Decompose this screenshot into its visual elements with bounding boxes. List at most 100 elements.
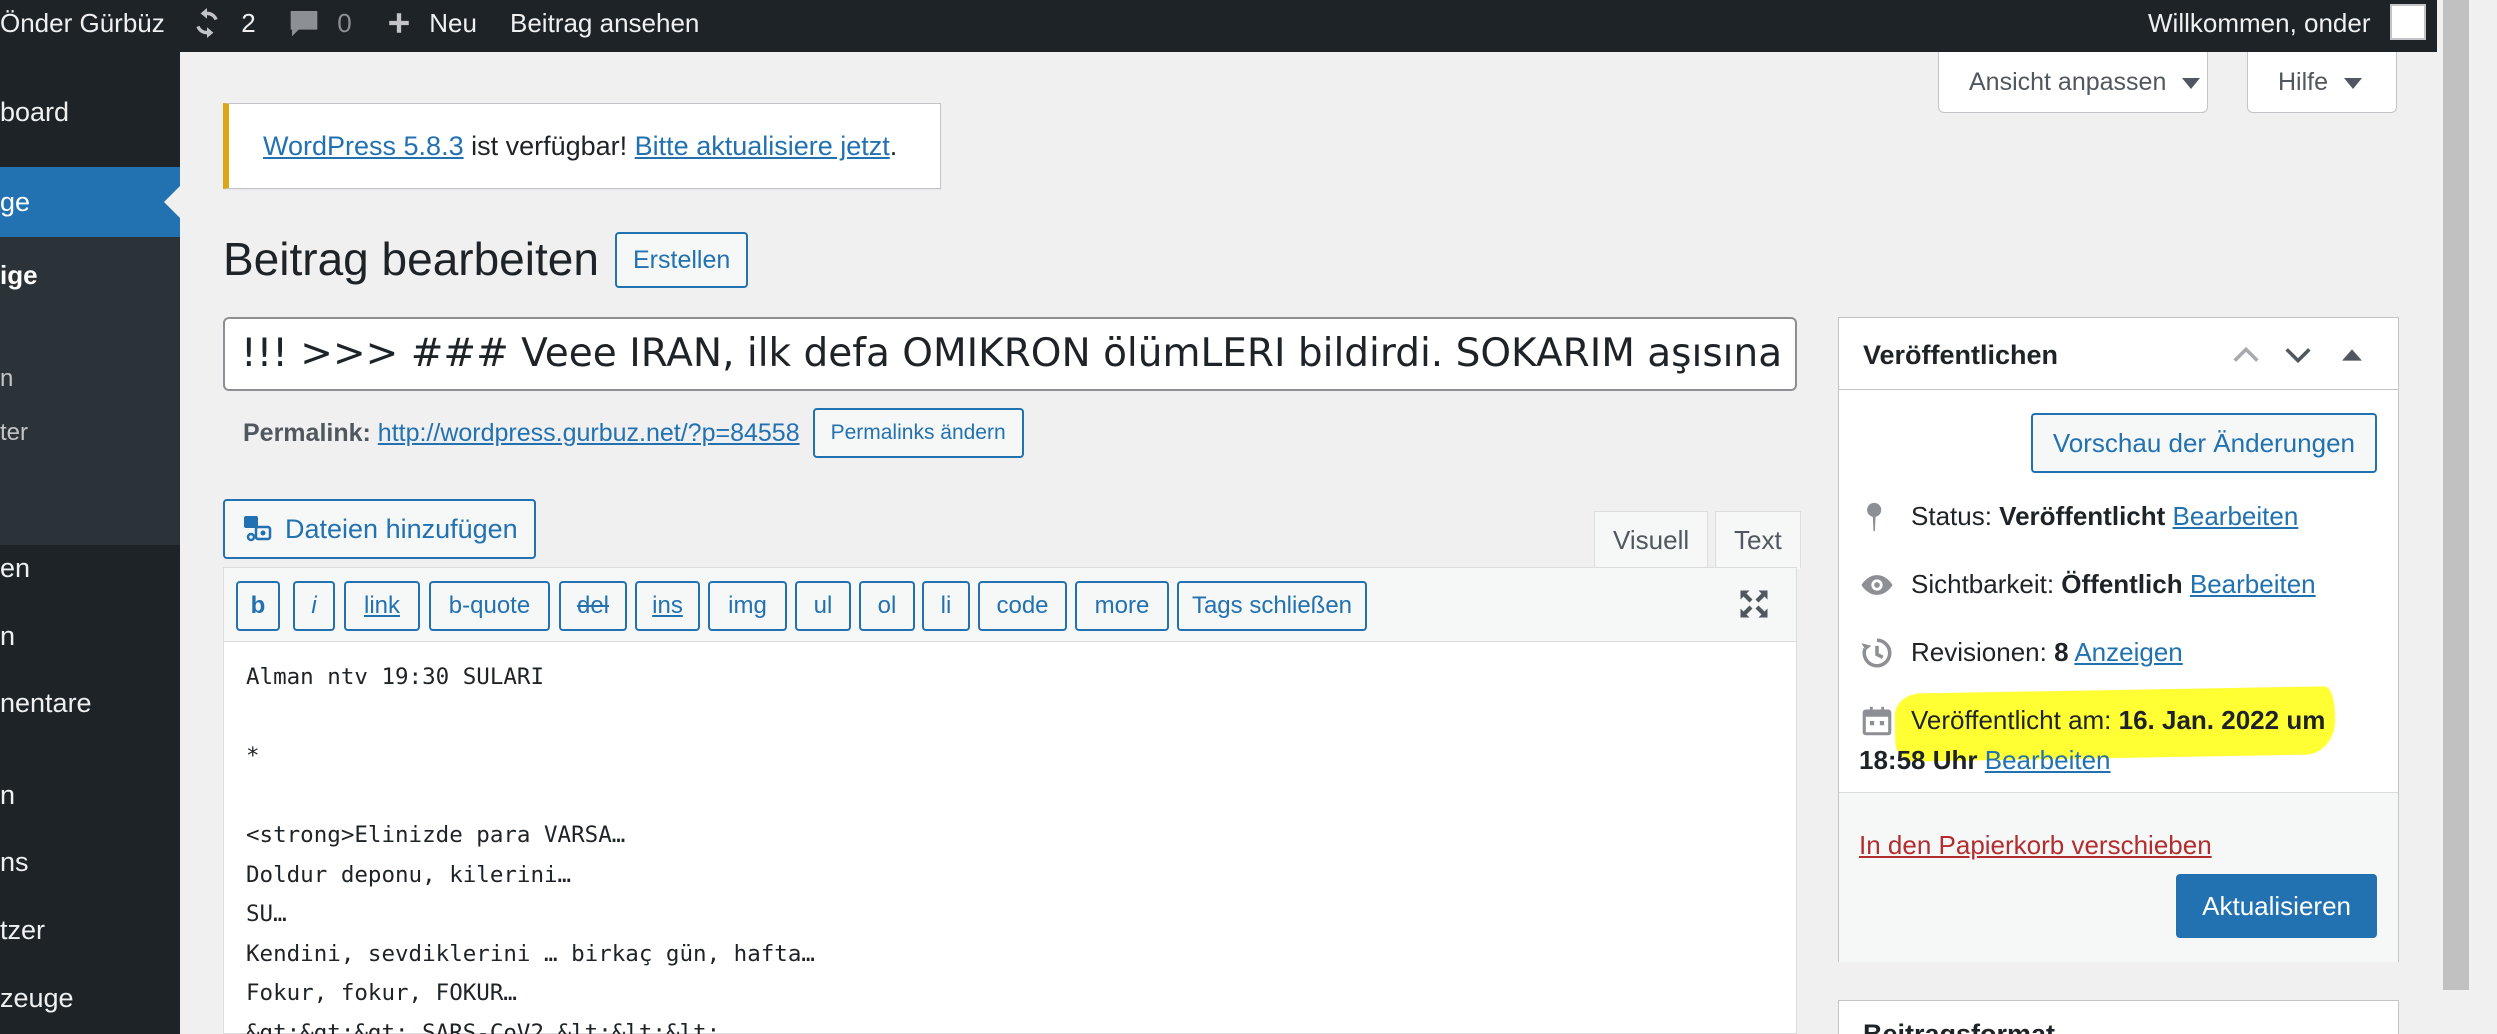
pin-icon bbox=[1867, 502, 1882, 532]
calendar-icon bbox=[1862, 706, 1892, 736]
qt-italic-button[interactable]: i bbox=[293, 581, 335, 631]
add-new-button[interactable]: Erstellen bbox=[615, 232, 749, 288]
post-title-input[interactable]: !!! >>> ### Veee IRAN, ilk defa OMIKRON … bbox=[223, 317, 1797, 391]
wordpress-version-link[interactable]: WordPress 5.8.3 bbox=[263, 131, 464, 161]
collapse-toggle-icon[interactable] bbox=[2335, 338, 2369, 372]
menu-item-posts-label: ge bbox=[0, 187, 31, 217]
menu-item-media[interactable]: en bbox=[0, 548, 180, 588]
scrollbar-thumb[interactable] bbox=[2443, 0, 2469, 990]
chevron-down-icon[interactable] bbox=[2281, 338, 2315, 372]
qt-bold-button[interactable]: b bbox=[236, 581, 280, 631]
chevron-up-icon[interactable] bbox=[2229, 338, 2263, 372]
revisions-count: 8 bbox=[2054, 637, 2069, 667]
move-to-trash-link[interactable]: In den Papierkorb verschieben bbox=[1859, 830, 2212, 861]
triangle-down-icon bbox=[2344, 77, 2363, 89]
view-revisions-link[interactable]: Anzeigen bbox=[2074, 637, 2182, 667]
help-button[interactable]: Hilfe bbox=[2247, 52, 2397, 113]
menu-item-posts[interactable]: ge bbox=[0, 167, 180, 237]
refresh-icon bbox=[196, 8, 218, 39]
fullscreen-icon[interactable] bbox=[1736, 586, 1772, 622]
menu-item-users[interactable]: tzer bbox=[0, 910, 180, 950]
updates-count: 2 bbox=[241, 8, 256, 38]
edit-date-link[interactable]: Bearbeiten bbox=[1985, 745, 2111, 775]
admin-sidebar: board ge ige n ter en n nentare n ns tze… bbox=[0, 52, 180, 1034]
status-label: Status: bbox=[1911, 501, 2000, 531]
submenu-item-categories[interactable]: n bbox=[0, 359, 180, 399]
screen-options-button[interactable]: Ansicht anpassen bbox=[1938, 52, 2208, 113]
history-icon bbox=[1861, 638, 1892, 668]
qt-li-button[interactable]: li bbox=[922, 581, 970, 631]
qt-ol-button[interactable]: ol bbox=[859, 581, 915, 631]
current-menu-arrow bbox=[164, 186, 180, 218]
menu-item-comments[interactable]: nentare bbox=[0, 683, 180, 723]
post-format-box: Beitragsformat bbox=[1838, 1000, 2399, 1034]
revisions-label: Revisionen: bbox=[1911, 637, 2055, 667]
posts-submenu: ige n ter bbox=[0, 237, 180, 545]
preview-changes-button[interactable]: Vorschau der Änderungen bbox=[2030, 413, 2377, 473]
plus-icon bbox=[389, 13, 409, 33]
visibility-value: Öffentlich bbox=[2061, 569, 2183, 599]
page-title: Beitrag bearbeiten bbox=[223, 233, 599, 285]
submenu-item-tags[interactable]: ter bbox=[0, 413, 180, 453]
quicktags-toolbar: b i link b-quote del ins img ul ol li co… bbox=[224, 568, 1796, 642]
qt-code-button[interactable]: code bbox=[978, 581, 1067, 631]
menu-item-dashboard[interactable]: board bbox=[0, 92, 180, 132]
my-account-link[interactable]: Willkommen, onder bbox=[2148, 0, 2371, 52]
menu-item-appearance[interactable]: n bbox=[0, 775, 180, 815]
edit-visibility-link[interactable]: Bearbeiten bbox=[2190, 569, 2316, 599]
content-textarea[interactable]: Alman ntv 19:30 SULARI * <strong>Elinizd… bbox=[246, 658, 815, 1034]
qt-del-button[interactable]: del bbox=[559, 581, 627, 631]
notice-text: ist verfügbar! bbox=[463, 131, 635, 161]
update-notice: WordPress 5.8.3 ist verfügbar! Bitte akt… bbox=[223, 103, 941, 189]
qt-link-button[interactable]: link bbox=[344, 581, 420, 631]
add-media-icon bbox=[244, 516, 272, 542]
tab-visual[interactable]: Visuell bbox=[1594, 511, 1709, 569]
qt-ul-button[interactable]: ul bbox=[795, 581, 851, 631]
eye-icon bbox=[1861, 575, 1893, 595]
published-time: 18:58 Uhr bbox=[1859, 745, 1978, 775]
published-date-row: Veröffentlicht am: 16. Jan. 2022 um 18:5… bbox=[1859, 700, 2379, 786]
permalink-url[interactable]: http://wordpress.gurbuz.net/?p=84558 bbox=[378, 419, 800, 447]
menu-item-plugins[interactable]: ns bbox=[0, 842, 180, 882]
site-name-link[interactable]: Önder Gürbüz bbox=[0, 0, 165, 52]
comments-link[interactable]: 0 bbox=[288, 0, 352, 52]
status-value: Veröffentlicht bbox=[1999, 501, 2166, 531]
publish-box-title: Veröffentlichen bbox=[1863, 340, 2059, 370]
admin-bar: Önder Gürbüz 2 0 Neu Beitrag ansehen Wil… bbox=[0, 0, 2437, 52]
new-label: Neu bbox=[429, 8, 477, 38]
add-media-label: Dateien hinzufügen bbox=[285, 514, 518, 544]
qt-img-button[interactable]: img bbox=[708, 581, 787, 631]
published-date: 16. Jan. 2022 um bbox=[2118, 705, 2326, 735]
menu-item-tools[interactable]: zeuge bbox=[0, 978, 180, 1018]
comments-count: 0 bbox=[337, 8, 352, 38]
edit-permalink-button[interactable]: Permalinks ändern bbox=[812, 408, 1024, 458]
qt-close-tags-button[interactable]: Tags schließen bbox=[1177, 581, 1367, 631]
publish-box-header: Veröffentlichen bbox=[1839, 318, 2398, 390]
update-button[interactable]: Aktualisieren bbox=[2176, 874, 2377, 938]
avatar[interactable] bbox=[2390, 4, 2426, 40]
visibility-label: Sichtbarkeit: bbox=[1911, 569, 2062, 599]
permalink-row: Permalink: http://wordpress.gurbuz.net/?… bbox=[243, 408, 1024, 460]
permalink-label: Permalink: bbox=[243, 419, 371, 447]
screen-options-label: Ansicht anpassen bbox=[1969, 68, 2167, 96]
update-now-link[interactable]: Bitte aktualisiere jetzt bbox=[635, 131, 890, 161]
menu-item-pages[interactable]: n bbox=[0, 616, 180, 656]
notice-period: . bbox=[889, 131, 898, 161]
help-label: Hilfe bbox=[2278, 68, 2329, 96]
publish-box: Veröffentlichen Vorschau der Änderungen … bbox=[1838, 317, 2399, 962]
qt-more-button[interactable]: more bbox=[1075, 581, 1169, 631]
edit-status-link[interactable]: Bearbeiten bbox=[2173, 501, 2299, 531]
qt-ins-button[interactable]: ins bbox=[635, 581, 700, 631]
comment-icon bbox=[290, 11, 318, 37]
updates-link[interactable]: 2 bbox=[190, 0, 256, 52]
post-format-title: Beitragsformat bbox=[1863, 1019, 2056, 1034]
tab-text[interactable]: Text bbox=[1715, 511, 1801, 569]
view-post-link[interactable]: Beitrag ansehen bbox=[510, 0, 699, 52]
add-media-button[interactable]: Dateien hinzufügen bbox=[223, 499, 536, 559]
published-label: Veröffentlicht am: bbox=[1911, 705, 2119, 735]
new-content-link[interactable]: Neu bbox=[386, 0, 477, 52]
qt-blockquote-button[interactable]: b-quote bbox=[429, 581, 550, 631]
submenu-item-all-posts[interactable]: ige bbox=[0, 255, 180, 295]
triangle-down-icon bbox=[2182, 77, 2201, 89]
text-editor: b i link b-quote del ins img ul ol li co… bbox=[223, 567, 1797, 1034]
